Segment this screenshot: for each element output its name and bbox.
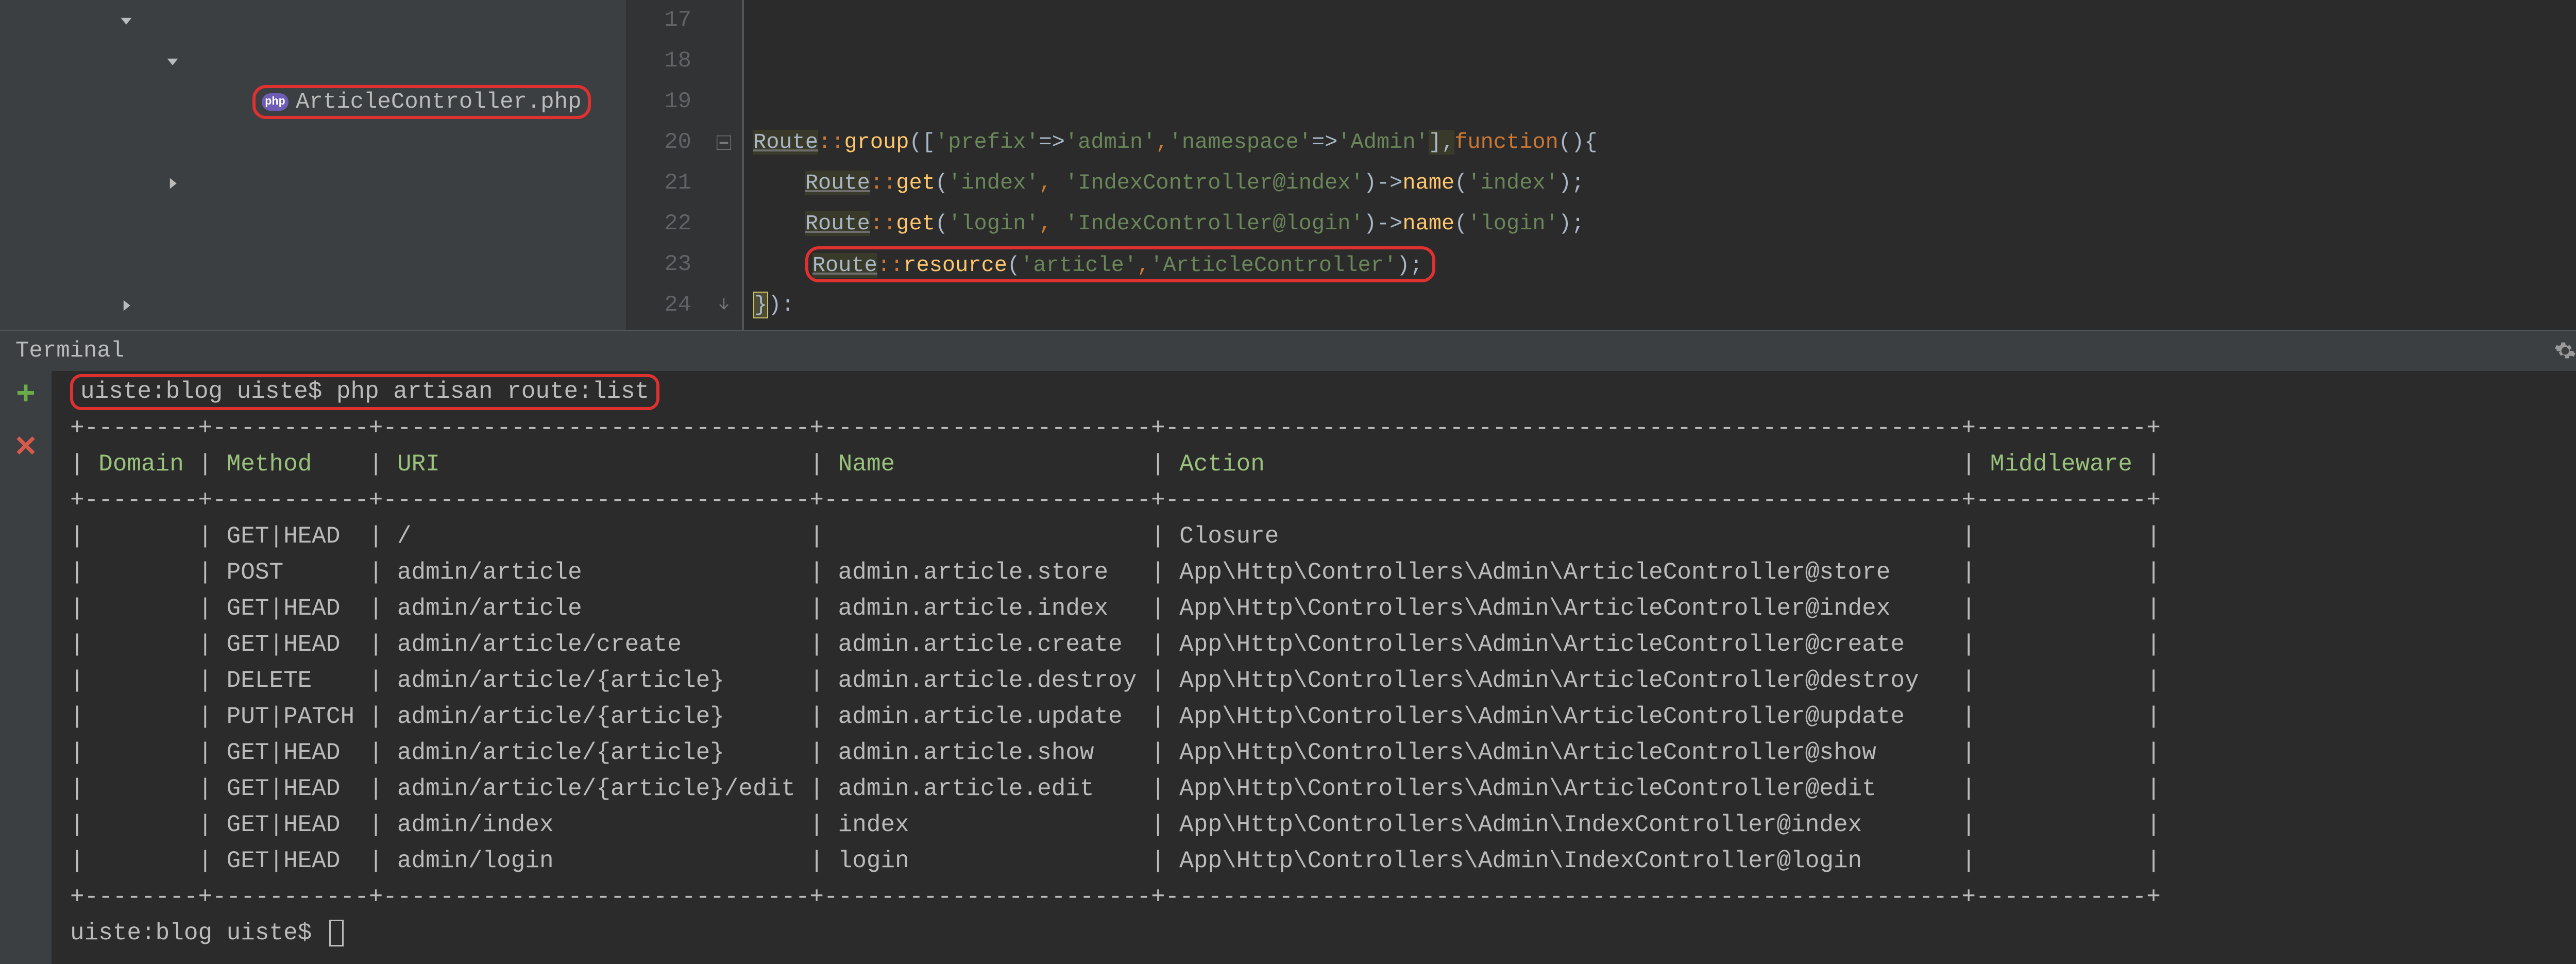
terminal-line: | | GET|HEAD | admin/article/create | ad…	[70, 627, 2576, 663]
tree-item-label: ArticleController.php	[296, 89, 582, 115]
gear-icon[interactable]	[2552, 338, 2576, 364]
editor-fold-column[interactable]	[706, 0, 742, 330]
tree-item[interactable]	[0, 244, 626, 285]
code-line[interactable]: Route::resource('article','ArticleContro…	[753, 244, 2576, 285]
line-number[interactable]: 19	[626, 81, 691, 122]
terminal-line: | | PUT|PATCH | admin/article/{article} …	[70, 699, 2576, 735]
highlighted-tree-item: php ArticleController.php	[252, 85, 591, 119]
tree-spacer	[232, 94, 247, 110]
tree-item[interactable]: php ArticleController.php	[0, 81, 626, 122]
tree-spacer	[185, 257, 201, 273]
terminal-header-row: | Domain | Method | URI | Name | Action …	[70, 446, 2576, 482]
chevron-right-icon[interactable]	[165, 176, 180, 191]
line-number[interactable]: 17	[626, 0, 691, 41]
terminal-toolbar: + ✕	[0, 371, 52, 964]
code-line[interactable]: }):	[753, 285, 2576, 326]
line-number[interactable]: 24	[626, 285, 691, 326]
close-session-button[interactable]: ✕	[14, 430, 38, 465]
code-line[interactable]: Route::get('login', 'IndexController@log…	[753, 204, 2576, 244]
terminal-line: +--------+-----------+------------------…	[70, 879, 2576, 915]
terminal-line: +--------+-----------+------------------…	[70, 410, 2576, 446]
tree-item[interactable]	[0, 0, 626, 41]
terminal-line: | | DELETE | admin/article/{article} | a…	[70, 663, 2576, 699]
terminal-line: | | GET|HEAD | admin/article | admin.art…	[70, 590, 2576, 627]
tree-item[interactable]	[0, 122, 626, 163]
code-line[interactable]: Route::get('index', 'IndexController@ind…	[753, 163, 2576, 204]
line-number[interactable]: 21	[626, 163, 691, 204]
tree-spacer	[185, 216, 201, 232]
highlighted-code: Route::resource('article','ArticleContro…	[805, 246, 1435, 282]
tree-item[interactable]	[0, 204, 626, 244]
highlighted-command: uiste:blog uiste$ php artisan route:list	[70, 374, 659, 410]
terminal-line: | | GET|HEAD | admin/index | index | App…	[70, 807, 2576, 843]
terminal-prompt[interactable]: uiste:blog uiste$	[70, 915, 2576, 951]
line-number[interactable]: 22	[626, 204, 691, 244]
terminal-line: | | GET|HEAD | admin/article/{article}/e…	[70, 771, 2576, 807]
tree-spacer	[232, 135, 247, 150]
terminal-line: | | POST | admin/article | admin.article…	[70, 554, 2576, 590]
terminal-output[interactable]: uiste:blog uiste$ php artisan route:list…	[52, 371, 2576, 964]
line-number[interactable]: 18	[626, 41, 691, 81]
terminal-line: | | GET|HEAD | / | | Closure | |	[70, 518, 2576, 554]
add-session-button[interactable]: +	[16, 377, 36, 414]
project-tree[interactable]: php ArticleController.php	[0, 0, 626, 330]
chevron-right-icon[interactable]	[118, 298, 134, 313]
line-number[interactable]: 20	[626, 122, 691, 163]
php-file-icon: php	[262, 93, 289, 111]
terminal-line: +--------+-----------+------------------…	[70, 482, 2576, 518]
chevron-down-icon[interactable]	[165, 54, 180, 69]
fold-icon[interactable]	[706, 122, 742, 163]
tree-item[interactable]	[0, 41, 626, 81]
fold-end-icon[interactable]	[706, 285, 742, 326]
editor-gutter: 1718192021222324	[626, 0, 706, 330]
line-number[interactable]: 23	[626, 244, 691, 285]
code-line[interactable]: Route::group(['prefix'=>'admin','namespa…	[753, 122, 2576, 163]
terminal-line: | | GET|HEAD | admin/article/{article} |…	[70, 735, 2576, 771]
terminal-line: | | GET|HEAD | admin/login | login | App…	[70, 843, 2576, 879]
terminal-cursor	[329, 920, 344, 946]
tree-item[interactable]	[0, 163, 626, 204]
chevron-down-icon[interactable]	[118, 13, 134, 28]
tree-item[interactable]	[0, 285, 626, 326]
terminal-tab[interactable]: Terminal	[0, 330, 2576, 371]
terminal-title: Terminal	[15, 338, 124, 364]
code-editor[interactable]: Route::group(['prefix'=>'admin','namespa…	[742, 0, 2576, 330]
